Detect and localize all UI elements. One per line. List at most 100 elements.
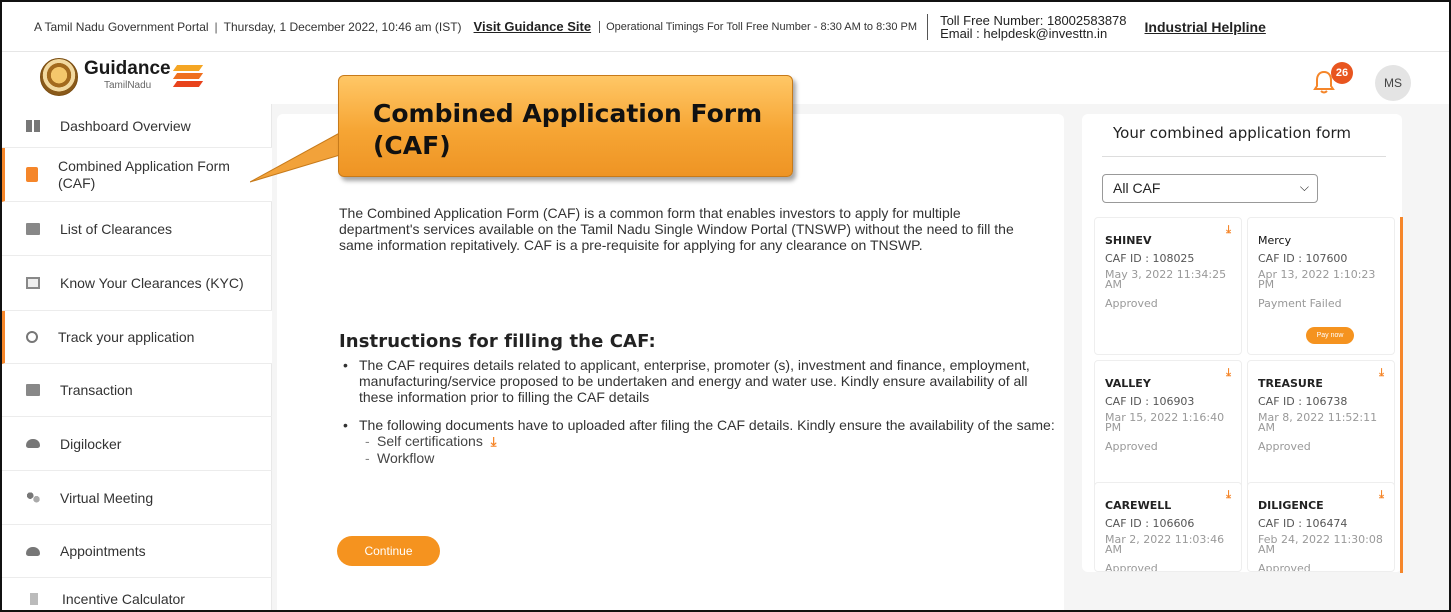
document-label: Workflow [377, 450, 435, 466]
sidebar-item-label: Incentive Calculator [62, 591, 185, 607]
sidebar-item-label: Transaction [60, 382, 133, 398]
sidebar-item-label: Digilocker [60, 435, 122, 452]
sidebar-item-digilocker[interactable]: Digilocker [2, 417, 272, 471]
instruction-text: The following documents have to uploaded… [359, 417, 1055, 433]
transaction-icon [26, 384, 40, 396]
calculator-icon [30, 593, 38, 605]
guidance-logo[interactable]: Guidance TamilNadu [40, 58, 203, 96]
sidebar-item-kyc[interactable]: Know Your Clearances (KYC) [2, 256, 272, 311]
sidebar-item-label: List of Clearances [60, 220, 173, 237]
document-icon [26, 167, 38, 182]
download-icon[interactable]: ⤓ [1226, 223, 1231, 237]
separator: | [214, 19, 218, 34]
logo-word: Guidance [84, 58, 171, 79]
caf-card[interactable]: Mercy CAF ID : 107600 Apr 13, 2022 1:10:… [1247, 217, 1395, 355]
chevron-down-icon: ⌵ [1299, 180, 1309, 194]
caf-id: CAF ID : 106903 [1105, 395, 1195, 408]
instructions-list: The CAF requires details related to appl… [337, 357, 1059, 466]
documents-list: Self certifications ⤓ Workflow [363, 433, 1059, 466]
sidebar-item-track[interactable]: Track your application [2, 311, 272, 364]
caf-status: Payment Failed [1258, 297, 1342, 310]
caf-id: CAF ID : 106738 [1258, 395, 1348, 408]
sidebar-item-clearances[interactable]: List of Clearances [2, 202, 272, 256]
caf-id: CAF ID : 108025 [1105, 252, 1195, 265]
sidebar-item-label: Dashboard Overview [60, 117, 191, 134]
caf-description: The Combined Application Form (CAF) is a… [339, 205, 1014, 253]
meeting-icon [26, 491, 40, 504]
scrollbar[interactable] [1400, 217, 1403, 573]
caf-status: Approved [1105, 297, 1158, 310]
sidebar-item-caf[interactable]: Combined Application Form (CAF) [2, 148, 272, 202]
document-item: Workflow [363, 450, 1059, 466]
caf-status: Approved [1258, 562, 1311, 572]
sidebar-item-appointments[interactable]: Appointments [2, 525, 272, 578]
industrial-helpline-link[interactable]: Industrial Helpline [1145, 19, 1266, 35]
select-value: All CAF [1113, 180, 1161, 196]
list-icon [26, 222, 40, 235]
pay-now-button[interactable]: Pay now [1306, 327, 1354, 344]
caf-callout-annotation: Combined Application Form (CAF) [338, 75, 793, 177]
document-item: Self certifications ⤓ [363, 433, 1059, 450]
toll-free-info: Toll Free Number: 18002583878 Email : he… [927, 13, 1127, 41]
location-pin-icon [26, 331, 38, 343]
sidebar-item-label: Combined Application Form (CAF) [58, 157, 230, 191]
main-content: The Combined Application Form (CAF) is a… [272, 104, 1449, 610]
caf-list-panel: Your combined application form All CAF ⌵… [1082, 114, 1403, 573]
divider [1102, 156, 1386, 157]
download-icon[interactable]: ⤓ [1379, 488, 1384, 502]
caf-date: Mar 2, 2022 11:03:46 AM [1105, 533, 1225, 556]
caf-filter-select[interactable]: All CAF ⌵ [1102, 174, 1318, 203]
visit-guidance-link[interactable]: Visit Guidance Site [474, 19, 592, 34]
instruction-text: The CAF requires details related to appl… [359, 357, 1030, 405]
sidebar: Dashboard Overview Combined Application … [2, 104, 272, 610]
operational-timings: Operational Timings For Toll Free Number… [599, 20, 917, 33]
caf-card[interactable]: VALLEY ⤓ CAF ID : 106903 Mar 15, 2022 1:… [1094, 360, 1242, 498]
caf-id: CAF ID : 107600 [1258, 252, 1348, 265]
browser-frame: A Tamil Nadu Government Portal | Thursda… [0, 0, 1451, 612]
logo-text: Guidance TamilNadu [84, 58, 171, 94]
sidebar-item-dashboard[interactable]: Dashboard Overview [2, 104, 272, 148]
caf-date: Mar 15, 2022 1:16:40 PM [1105, 411, 1225, 434]
caf-name: SHINEV [1105, 234, 1152, 247]
caf-card[interactable]: TREASURE ⤓ CAF ID : 106738 Mar 8, 2022 1… [1247, 360, 1395, 498]
caf-status: Approved [1105, 562, 1158, 572]
download-icon[interactable]: ⤓ [1226, 366, 1231, 380]
logo-subtitle: TamilNadu [104, 80, 152, 91]
download-icon[interactable]: ⤓ [491, 434, 497, 449]
portal-label: A Tamil Nadu Government Portal [34, 19, 209, 34]
caf-card[interactable]: CAREWELL ⤓ CAF ID : 106606 Mar 2, 2022 1… [1094, 482, 1242, 572]
sidebar-item-label: Know Your Clearances (KYC) [60, 275, 244, 291]
caf-name: Mercy [1258, 234, 1292, 247]
callout-pointer [250, 130, 350, 183]
caf-card[interactable]: DILIGENCE ⤓ CAF ID : 106474 Feb 24, 2022… [1247, 482, 1395, 572]
caf-name: CAREWELL [1105, 499, 1172, 512]
instructions-title: Instructions for filling the CAF: [339, 331, 656, 352]
list-item: The following documents have to uploaded… [337, 417, 1059, 466]
download-icon[interactable]: ⤓ [1379, 366, 1384, 380]
caf-status: Approved [1258, 440, 1311, 453]
download-icon[interactable]: ⤓ [1226, 488, 1231, 502]
dashboard-icon [26, 119, 40, 132]
sidebar-item-label: Appointments [60, 543, 146, 559]
sidebar-item-label: Virtual Meeting [60, 489, 154, 506]
logo-stripes-icon [172, 63, 203, 91]
caf-date: Feb 24, 2022 11:30:08 AM [1258, 533, 1383, 556]
list-item: The CAF requires details related to appl… [337, 357, 1059, 405]
panel-title: Your combined application form [1112, 124, 1352, 142]
sidebar-item-transaction[interactable]: Transaction [2, 364, 272, 417]
caf-card[interactable]: SHINEV ⤓ CAF ID : 108025 May 3, 2022 11:… [1094, 217, 1242, 355]
caf-info-card: The Combined Application Form (CAF) is a… [277, 114, 1064, 610]
sidebar-item-incentive-calculator[interactable]: Incentive Calculator [2, 578, 272, 610]
continue-button[interactable]: Continue [337, 536, 440, 566]
datetime-label: Thursday, 1 December 2022, 10:46 am (IST… [223, 19, 462, 34]
notifications[interactable]: 26 [1313, 62, 1353, 96]
caf-date: May 3, 2022 11:34:25 AM [1105, 268, 1227, 291]
caf-name: VALLEY [1105, 377, 1151, 390]
sidebar-item-virtual-meeting[interactable]: Virtual Meeting [2, 471, 272, 525]
caf-name: DILIGENCE [1258, 499, 1324, 512]
caf-status: Approved [1105, 440, 1158, 453]
user-avatar[interactable]: MS [1375, 65, 1411, 101]
helpdesk-email: Email : helpdesk@investtn.in [940, 25, 1108, 41]
tn-emblem-icon [40, 58, 78, 96]
caf-name: TREASURE [1258, 377, 1323, 390]
